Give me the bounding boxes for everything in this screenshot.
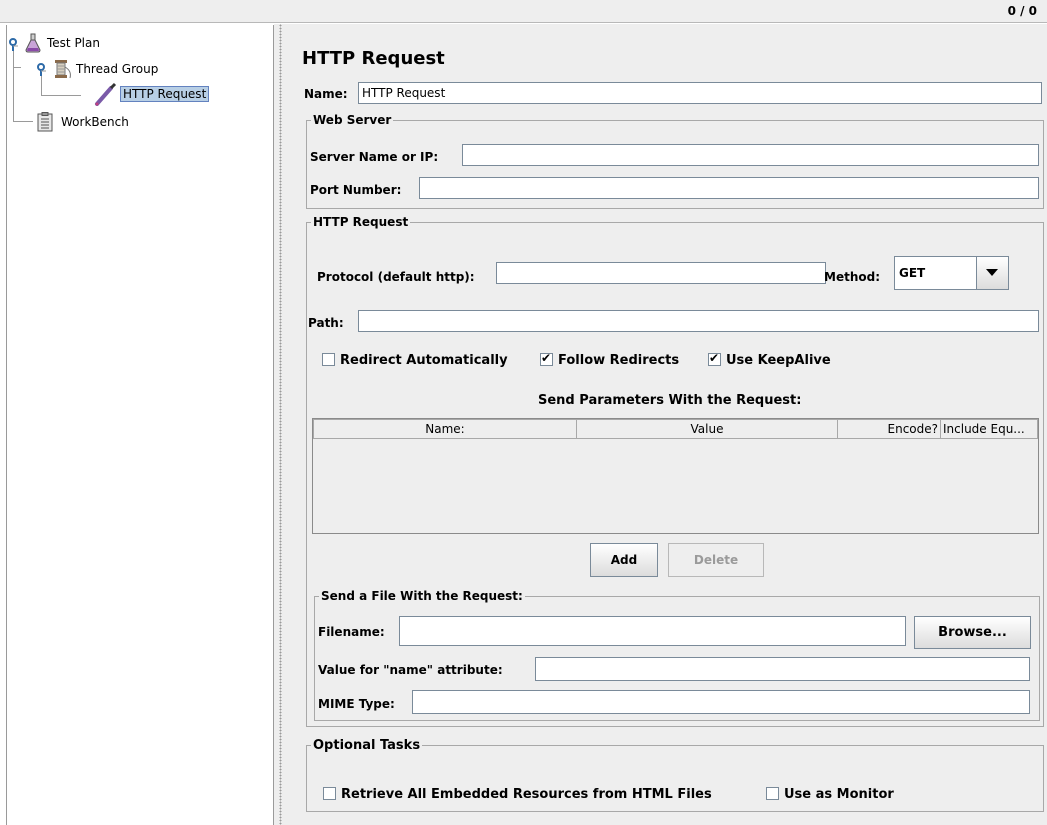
thread-spool-icon <box>52 59 74 83</box>
follow-redirects-label: Follow Redirects <box>558 353 680 368</box>
follow-redirects-checkbox[interactable]: Follow Redirects <box>540 351 680 368</box>
tree-line <box>13 51 14 121</box>
column-header-include-equals[interactable]: Include Equ... <box>940 419 1038 439</box>
workbench-clipboard-icon <box>36 112 54 136</box>
use-keepalive-checkbox[interactable]: Use KeepAlive <box>708 351 831 368</box>
delete-button[interactable]: Delete <box>668 543 764 577</box>
tree-line <box>41 95 81 96</box>
browse-button[interactable]: Browse... <box>914 616 1031 649</box>
filename-input[interactable] <box>399 616 906 646</box>
retrieve-resources-label: Retrieve All Embedded Resources from HTM… <box>341 787 712 802</box>
optional-tasks-legend: Optional Tasks <box>313 738 421 753</box>
test-plan-tree[interactable]: Test Plan Thread Group HTTP Request Work… <box>6 25 274 825</box>
checkbox-checked-icon[interactable] <box>708 351 721 366</box>
column-header-name[interactable]: Name: <box>313 419 577 439</box>
use-keepalive-label: Use KeepAlive <box>726 353 831 368</box>
path-input[interactable] <box>358 310 1039 332</box>
expand-handle-icon[interactable] <box>8 38 20 56</box>
retrieve-resources-checkbox[interactable]: Retrieve All Embedded Resources from HTM… <box>323 787 712 802</box>
method-label: Method: <box>824 270 880 284</box>
protocol-input[interactable] <box>496 262 826 284</box>
mime-type-input[interactable] <box>412 690 1030 714</box>
protocol-label: Protocol (default http): <box>317 270 475 284</box>
flask-icon <box>25 33 41 57</box>
name-attribute-label: Value for "name" attribute: <box>318 663 503 677</box>
name-label: Name: <box>304 87 348 101</box>
page-title: HTTP Request <box>302 48 445 69</box>
split-pane-divider[interactable] <box>274 24 288 825</box>
port-number-label: Port Number: <box>310 183 402 197</box>
method-select[interactable]: GET <box>894 256 1009 290</box>
redirect-automatically-label: Redirect Automatically <box>340 353 508 368</box>
checkbox-checked-icon[interactable] <box>540 351 553 366</box>
name-attribute-input[interactable] <box>535 657 1030 681</box>
path-label: Path: <box>308 316 344 330</box>
parameters-table-header: Name: Value Encode? Include Equ... <box>313 419 1038 439</box>
http-request-legend: HTTP Request <box>313 215 409 229</box>
pipette-icon <box>93 82 119 110</box>
tree-node-test-plan[interactable]: Test Plan <box>47 36 100 50</box>
mime-type-label: MIME Type: <box>318 697 395 711</box>
tree-line <box>13 67 21 68</box>
tree-line <box>13 121 33 122</box>
column-header-encode[interactable]: Encode? <box>837 419 941 439</box>
http-request-panel: HTTP Request Name: Web Server Server Nam… <box>288 24 1047 825</box>
server-name-input[interactable] <box>462 144 1039 166</box>
port-number-input[interactable] <box>419 177 1039 199</box>
column-header-value[interactable]: Value <box>576 419 838 439</box>
parameters-title: Send Parameters With the Request: <box>538 393 802 408</box>
filename-label: Filename: <box>318 625 385 639</box>
use-as-monitor-checkbox[interactable]: Use as Monitor <box>766 787 894 802</box>
error-counter: 0 / 0 <box>1007 4 1037 18</box>
checkbox-unchecked-icon[interactable] <box>323 787 336 800</box>
name-input[interactable] <box>358 82 1042 104</box>
dropdown-arrow-icon[interactable] <box>976 257 1008 289</box>
use-as-monitor-label: Use as Monitor <box>784 787 894 802</box>
status-bar: 0 / 0 <box>0 0 1047 23</box>
server-name-label: Server Name or IP: <box>310 150 439 164</box>
checkbox-unchecked-icon[interactable] <box>766 787 779 800</box>
send-file-legend: Send a File With the Request: <box>321 589 523 603</box>
checkbox-unchecked-icon[interactable] <box>322 353 335 366</box>
tree-node-http-request[interactable]: HTTP Request <box>120 86 210 102</box>
method-value: GET <box>899 266 926 280</box>
add-button[interactable]: Add <box>590 543 658 577</box>
redirect-automatically-checkbox[interactable]: Redirect Automatically <box>322 353 508 368</box>
web-server-legend: Web Server <box>313 113 392 127</box>
parameters-table[interactable]: Name: Value Encode? Include Equ... <box>312 418 1039 534</box>
tree-node-thread-group[interactable]: Thread Group <box>76 62 158 76</box>
tree-node-workbench[interactable]: WorkBench <box>61 115 129 129</box>
expand-handle-icon[interactable] <box>36 63 48 81</box>
